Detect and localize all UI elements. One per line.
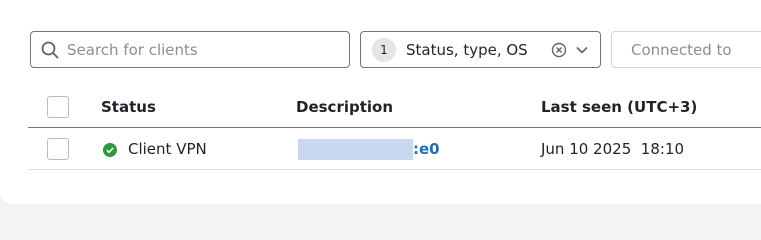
filter-count-badge: 1 <box>372 37 396 62</box>
clear-icon[interactable] <box>551 42 567 58</box>
status-cell: Client VPN <box>128 140 207 158</box>
connected-to-filter[interactable]: Connected to <box>611 31 761 68</box>
column-header-description[interactable]: Description <box>296 98 393 116</box>
select-all-checkbox[interactable] <box>47 96 69 118</box>
status-online-icon <box>103 143 117 157</box>
search-field[interactable] <box>30 31 350 68</box>
table-row[interactable]: Client VPN :e0 Jun 10 2025 18:10 <box>28 129 761 170</box>
description-link[interactable]: :e0 <box>413 140 440 158</box>
filter-label: Status, type, OS <box>406 40 528 59</box>
clients-panel: 1 Status, type, OS Connected to Status D… <box>0 0 761 204</box>
last-seen-cell: Jun 10 2025 18:10 <box>541 140 684 158</box>
column-header-last-seen[interactable]: Last seen (UTC+3) <box>541 98 697 116</box>
chevron-down-icon[interactable] <box>575 43 589 57</box>
search-icon <box>41 41 59 58</box>
row-checkbox[interactable] <box>47 138 69 160</box>
description-redacted <box>298 139 413 160</box>
column-header-status[interactable]: Status <box>101 98 156 116</box>
table-header: Status Description Last seen (UTC+3) <box>28 87 761 128</box>
connected-to-placeholder: Connected to <box>631 40 732 59</box>
search-input[interactable] <box>67 40 327 59</box>
status-type-os-filter[interactable]: 1 Status, type, OS <box>360 31 601 68</box>
